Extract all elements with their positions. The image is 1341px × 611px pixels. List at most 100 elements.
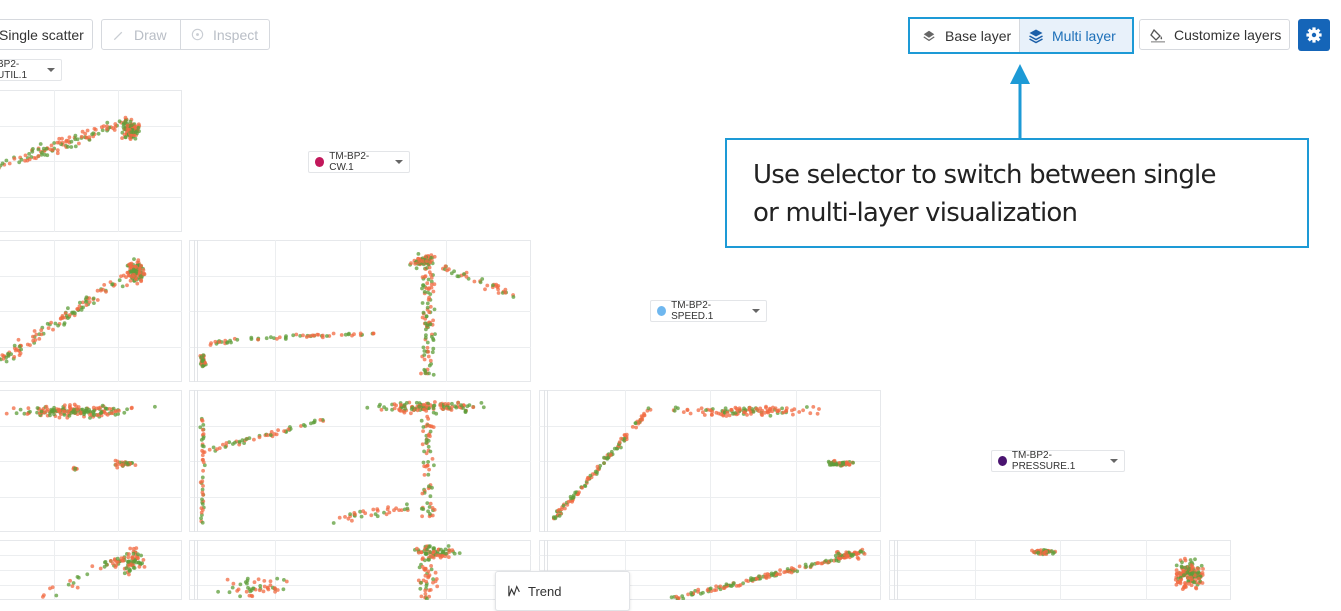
scatter-point [402, 404, 407, 408]
scatter-point [25, 158, 30, 163]
scatter-point [1177, 570, 1181, 575]
scatter-point [48, 413, 52, 418]
scatter-point [426, 557, 431, 562]
scatter-point [405, 506, 410, 511]
scatter-point [1173, 577, 1178, 582]
scatter-point [1201, 567, 1205, 571]
multi-layer-button[interactable]: Multi layer [1020, 19, 1132, 52]
scatter-point [199, 516, 203, 521]
scatter-point [797, 410, 802, 414]
scatter-point [369, 513, 374, 518]
trend-label: Trend [528, 583, 562, 599]
scatter-plot-speed-vs-util[interactable] [0, 240, 182, 382]
scatter-point [92, 301, 96, 305]
context-menu-trend-item[interactable]: Trend [495, 571, 630, 611]
scatter-point [87, 300, 92, 304]
scatter-point [201, 484, 205, 488]
scatter-point [201, 457, 205, 462]
scatter-point [55, 148, 60, 152]
scatter-plot-cw-vs-util[interactable] [0, 90, 182, 232]
scatter-point [479, 401, 484, 405]
scatter-point [75, 407, 80, 412]
scatter-point [28, 343, 32, 347]
scatter-plot-pressure-vs-cw[interactable] [189, 390, 531, 532]
scatter-point [427, 310, 432, 315]
variable-selector-cw[interactable]: TM-BP2-CW.1 [308, 151, 410, 173]
scatter-point [422, 290, 427, 294]
scatter-point [797, 564, 802, 569]
scatter-point [738, 583, 743, 587]
base-layer-button[interactable]: Base layer [910, 19, 1020, 52]
scatter-point [511, 295, 516, 299]
settings-button[interactable] [1298, 19, 1330, 51]
draw-button[interactable]: Draw [101, 19, 181, 50]
scatter-point [775, 572, 780, 576]
scatter-point [420, 258, 425, 263]
scatter-point [1031, 550, 1036, 554]
scatter-point [138, 274, 143, 278]
scatter-point [580, 485, 584, 490]
scatter-point [371, 507, 376, 512]
scatter-point [225, 577, 230, 582]
scatter-plot-pressure-vs-speed[interactable] [539, 390, 881, 532]
scatter-point [471, 405, 476, 410]
scatter-point [708, 586, 713, 591]
scatter-point [102, 283, 107, 287]
scatter-point [81, 305, 85, 310]
scatter-point [413, 261, 417, 266]
scatter-point [425, 501, 430, 505]
scatter-point [431, 406, 436, 410]
scatter-point [325, 334, 329, 338]
scatter-point [1189, 575, 1193, 580]
scatter-point [85, 572, 90, 577]
scatter-point [201, 493, 205, 497]
scatter-point [36, 147, 41, 152]
scatter-point [431, 289, 436, 294]
scatter-plot-row4-util[interactable] [0, 540, 182, 600]
scatter-point [729, 407, 734, 412]
scatter-point [464, 274, 469, 279]
scatter-point [557, 514, 562, 518]
scatter-point [42, 593, 46, 597]
scatter-point [45, 153, 50, 158]
scatter-point [331, 521, 336, 525]
scatter-point [273, 589, 277, 594]
scatter-point [46, 326, 51, 330]
scatter-point [73, 144, 78, 149]
variable-selector-pressure[interactable]: TM-BP2-PRESSURE.1 [991, 450, 1125, 472]
scatter-point [481, 405, 486, 410]
scatter-point [258, 584, 263, 588]
scatter-plot-pressure-vs-util[interactable] [0, 390, 182, 532]
scatter-point [100, 403, 105, 408]
scatter-point [561, 503, 566, 508]
scatter-point [44, 409, 49, 413]
scatter-point [725, 410, 730, 415]
single-scatter-button[interactable]: Single scatter [0, 19, 93, 50]
variable-selector-util[interactable]: BP2-UTIL.1 [0, 59, 62, 81]
scatter-point [742, 410, 746, 415]
scatter-point [585, 477, 590, 482]
scatter-point [426, 277, 431, 282]
customize-layers-label: Customize layers [1174, 26, 1282, 43]
scatter-point [69, 411, 74, 415]
scatter-point [811, 405, 816, 409]
scatter-point [307, 334, 312, 338]
scatter-point [438, 403, 443, 408]
customize-layers-button[interactable]: Customize layers [1139, 19, 1290, 50]
inspect-button[interactable]: Inspect [180, 19, 270, 50]
scatter-point [791, 412, 795, 417]
scatter-point [87, 135, 92, 140]
scatter-plot-row4-cw[interactable] [189, 540, 531, 600]
scatter-point [141, 268, 146, 272]
scatter-point [710, 413, 714, 417]
scatter-point [382, 405, 386, 409]
scatter-plot-row4-pressure[interactable] [889, 540, 1231, 600]
scatter-point [131, 546, 136, 551]
scatter-plot-speed-vs-cw[interactable] [189, 240, 531, 382]
scatter-point [426, 297, 431, 302]
variable-selector-speed[interactable]: TM-BP2-SPEED.1 [650, 300, 767, 322]
scatter-point [275, 337, 279, 341]
scatter-point [12, 156, 17, 161]
scatter-point [126, 555, 131, 560]
scatter-point [68, 578, 72, 583]
